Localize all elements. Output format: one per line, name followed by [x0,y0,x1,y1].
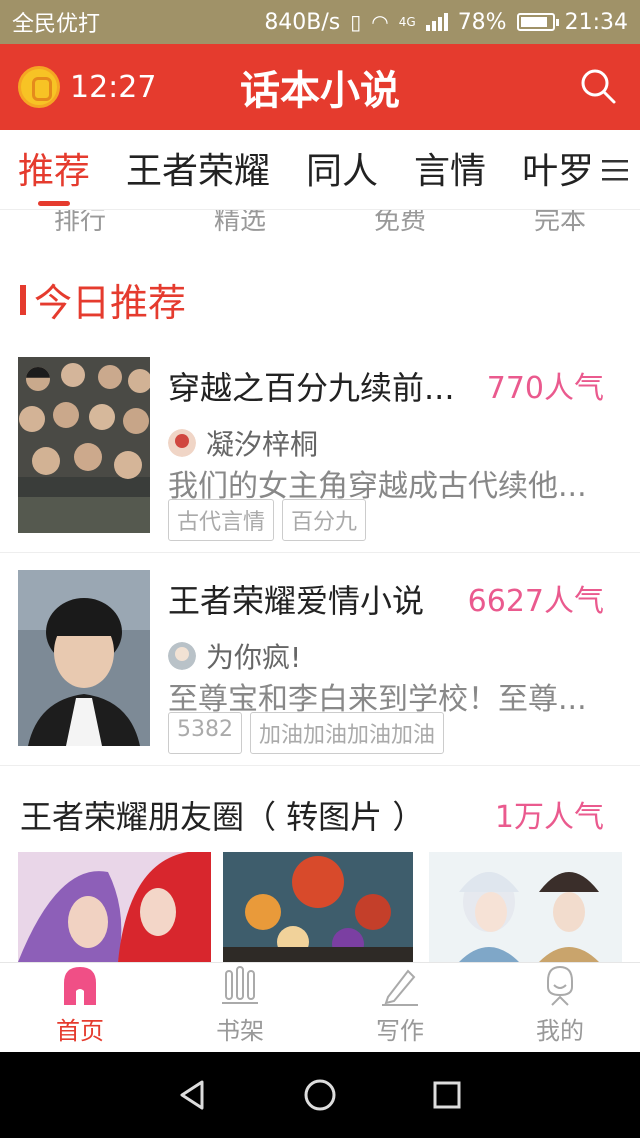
nav-profile[interactable]: 我的 [480,963,640,1052]
carrier-name: 全民优打 [12,12,101,37]
nav-write[interactable]: 写作 [320,963,480,1052]
book-tag[interactable]: 5382 [168,712,242,754]
status-bar: 全民优打 840B/s ▯ ◠ 4G 78% 21:34 [0,0,640,44]
wifi-icon: ◠ [371,10,389,34]
tab-recommend[interactable]: 推荐 [18,130,90,209]
subnav-completed[interactable]: 完本 [480,210,640,240]
gallery-images [18,852,622,962]
battery-icon [516,13,559,31]
author-name: 凝汐梓桐 [206,428,319,461]
nav-label: 书架 [216,1017,264,1045]
network-speed: 840B/s [264,9,341,35]
nav-label: 我的 [536,1017,584,1045]
section-marker [20,284,26,315]
section-title-text: 今日推荐 [34,281,187,325]
subnav-ranking[interactable]: 排行 [0,210,160,240]
book-popularity: 770人气 [486,371,604,406]
back-icon[interactable] [176,1078,210,1112]
nav-home[interactable]: 首页 [0,963,160,1052]
book-title[interactable]: 王者荣耀爱情小说 [168,576,424,622]
book-author[interactable]: 凝汐梓桐 [168,423,318,463]
nav-label: 写作 [376,1017,424,1045]
book-tags: 5382 加油加油加油加油 [168,712,445,754]
clock: 21:34 [564,9,628,35]
gallery-popularity: 1万人气 [494,800,604,835]
tabs-menu-button[interactable] [590,130,640,209]
menu-icon [602,160,628,181]
book-tag[interactable]: 古代言情 [168,499,275,541]
tab-romance[interactable]: 言情 [414,130,486,209]
home-circle-icon[interactable] [303,1078,337,1112]
bookshelf-icon [222,966,258,1004]
book-tags: 古代言情 百分九 [168,499,367,541]
nav-label: 首页 [56,1017,104,1045]
bottom-navigation: 首页 书架 写作 我的 [0,962,640,1052]
book-author[interactable]: 为你疯! [168,636,301,676]
book-tag[interactable]: 百分九 [282,499,367,541]
battery-percent: 78% [457,9,507,35]
gallery-title[interactable]: 王者荣耀朋友圈（ 转图片 ） [20,792,424,838]
gallery-image[interactable] [428,852,622,962]
home-icon [64,967,96,1005]
book-item[interactable]: 王者荣耀爱情小说 6627人气 为你疯! 至尊宝和李白来到学校！至尊... 53… [0,570,640,766]
book-cover-image [18,570,150,746]
timer-text: 12:27 [70,69,157,105]
search-icon [581,69,616,104]
system-navigation-bar [0,1052,640,1138]
search-button[interactable] [578,66,618,106]
tab-ye-luo[interactable]: 叶罗 [522,130,594,209]
book-title[interactable]: 穿越之百分九续前... [168,363,455,409]
vibrate-icon: ▯ [350,10,362,34]
tab-honor-of-kings[interactable]: 王者荣耀 [126,130,270,209]
pen-icon [382,969,418,1006]
coin-clock-icon [18,66,60,108]
subnav-free[interactable]: 免费 [320,210,480,240]
gallery-image[interactable] [18,852,212,962]
book-cover-image [18,357,150,533]
book-item[interactable]: 穿越之百分九续前... 770人气 凝汐梓桐 我们的女主角穿越成古代续他... … [0,357,640,553]
sub-navigation: 排行 精选 免费 完本 [0,210,640,240]
nav-bookshelf[interactable]: 书架 [160,963,320,1052]
profile-icon [547,965,573,1006]
author-avatar [168,429,196,457]
book-tag[interactable]: 加油加油加油加油 [250,712,445,754]
app-header: 12:27 话本小说 [0,44,640,130]
book-cover[interactable] [18,357,150,533]
network-type: 4G [398,15,416,29]
book-popularity: 6627人气 [467,584,604,619]
category-tabs: 推荐 王者荣耀 同人 言情 叶罗 [0,130,640,210]
gallery-image[interactable] [223,852,416,962]
author-avatar [168,642,196,670]
book-cover[interactable] [18,570,150,746]
section-title: 今日推荐 [20,272,186,327]
subnav-featured[interactable]: 精选 [160,210,320,240]
tab-fanfic[interactable]: 同人 [306,130,378,209]
signal-icon [425,13,448,31]
reading-timer[interactable]: 12:27 [18,66,156,108]
author-name: 为你疯! [206,641,302,674]
recent-apps-icon[interactable] [430,1078,464,1112]
